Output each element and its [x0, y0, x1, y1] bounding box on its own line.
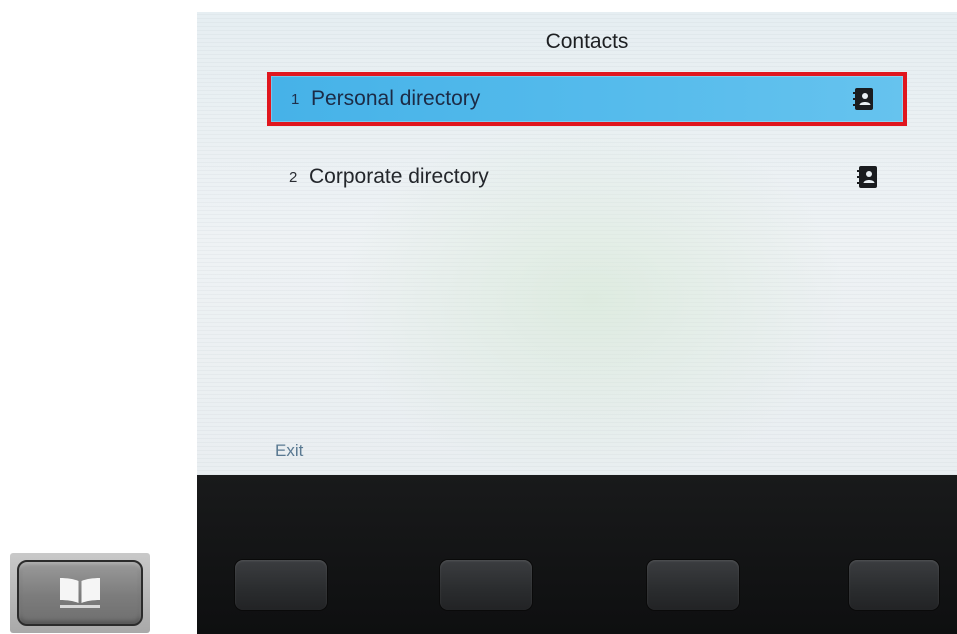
page: Contacts 1 Personal directory 2 Corporat… [0, 0, 957, 634]
contact-book-icon [853, 87, 875, 111]
menu-item-number: 1 [291, 90, 300, 108]
menu-item-label: Corporate directory [309, 165, 489, 188]
menu-item-label: Personal directory [311, 87, 481, 110]
menu-item-corporate-directory[interactable]: 2 Corporate directory [267, 150, 907, 204]
softkey-3-button[interactable] [647, 560, 739, 610]
softkey-2-button[interactable] [440, 560, 532, 610]
screen: Contacts 1 Personal directory 2 Corporat… [197, 12, 957, 475]
menu-item-number: 2 [289, 168, 298, 186]
phone-display: Contacts 1 Personal directory 2 Corporat… [197, 12, 957, 634]
menu-item-personal-directory[interactable]: 1 Personal directory [267, 72, 907, 126]
phone-bezel [197, 475, 957, 634]
open-book-icon [57, 576, 103, 610]
softkey-4-button[interactable] [849, 560, 939, 610]
contact-book-icon [857, 165, 879, 189]
screen-title: Contacts [545, 30, 629, 53]
softkey-label-exit: Exit [275, 441, 304, 460]
contacts-hardware-button[interactable] [10, 553, 150, 633]
softkey-1-button[interactable] [235, 560, 327, 610]
contacts-button-face[interactable] [17, 560, 143, 626]
